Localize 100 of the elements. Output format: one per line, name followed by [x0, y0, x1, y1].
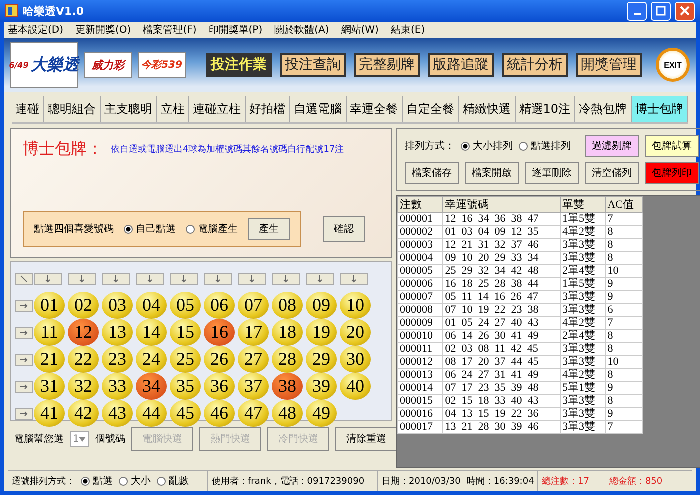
number-ball[interactable]: 18	[272, 319, 303, 346]
action-button[interactable]: 檔案開啟	[465, 162, 519, 184]
menu-item[interactable]: 檔案管理(F)	[143, 23, 197, 37]
radio-option[interactable]: 大小排列	[461, 139, 513, 153]
number-ball[interactable]: 19	[306, 319, 337, 346]
quick-pick-button[interactable]: 清除重選	[335, 427, 398, 451]
exit-button[interactable]: EXIT	[656, 48, 690, 82]
number-ball[interactable]: 02	[68, 292, 99, 319]
number-ball[interactable]: 07	[238, 292, 269, 319]
column-select-button[interactable]	[34, 272, 62, 284]
radio-option[interactable]: 點選排列	[519, 139, 571, 153]
row-select-button[interactable]	[15, 326, 33, 338]
count-select[interactable]: 1	[70, 431, 90, 447]
number-ball[interactable]: 15	[170, 319, 201, 346]
number-ball[interactable]: 38	[272, 373, 303, 400]
radio-dot[interactable]	[157, 476, 166, 486]
column-select-button[interactable]	[68, 272, 96, 284]
column-select-button[interactable]	[272, 272, 300, 284]
number-ball[interactable]: 10	[340, 292, 371, 319]
column-select-button[interactable]	[340, 272, 368, 284]
number-ball[interactable]: 27	[238, 346, 269, 373]
action-button[interactable]: 包牌試算	[645, 135, 699, 157]
action-button[interactable]: 過濾剔牌	[585, 135, 639, 157]
number-ball[interactable]: 01	[34, 292, 65, 319]
row-select-button[interactable]	[15, 380, 33, 392]
number-ball[interactable]: 06	[204, 292, 235, 319]
number-ball[interactable]: 34	[136, 373, 167, 400]
close-button[interactable]	[675, 2, 695, 20]
number-ball[interactable]: 17	[238, 319, 269, 346]
menu-item[interactable]: 結束(E)	[390, 23, 426, 37]
radio-dot[interactable]	[81, 476, 90, 486]
radio-dot[interactable]	[119, 476, 128, 486]
number-ball[interactable]: 47	[238, 400, 269, 427]
number-ball[interactable]: 37	[238, 373, 269, 400]
radio-option[interactable]: 點選	[81, 474, 113, 488]
radio-dot[interactable]	[124, 224, 133, 234]
radio-dot[interactable]	[519, 142, 528, 150]
number-ball[interactable]: 22	[68, 346, 99, 373]
row-select-button[interactable]	[15, 354, 33, 366]
lottery-logo[interactable]: 6/49 大樂透	[10, 42, 78, 88]
action-button[interactable]: 逐筆刪除	[525, 162, 579, 184]
number-ball[interactable]: 49	[306, 400, 337, 427]
number-ball[interactable]: 35	[170, 373, 201, 400]
menu-item[interactable]: 網站(W)	[341, 23, 379, 37]
number-ball[interactable]: 33	[102, 373, 133, 400]
number-ball[interactable]: 11	[34, 319, 65, 346]
number-ball[interactable]: 40	[340, 373, 371, 400]
column-select-button[interactable]	[306, 272, 334, 284]
main-menu-button[interactable]: 完整剔牌	[354, 53, 420, 77]
column-header[interactable]: AC值	[605, 196, 642, 212]
menu-item[interactable]: 更新開獎(O)	[76, 23, 132, 37]
number-ball[interactable]: 36	[204, 373, 235, 400]
number-ball[interactable]: 13	[102, 319, 133, 346]
number-ball[interactable]: 14	[136, 319, 167, 346]
number-ball[interactable]: 08	[272, 292, 303, 319]
action-button[interactable]: 包牌列印	[645, 162, 699, 184]
number-ball[interactable]: 25	[170, 346, 201, 373]
number-ball[interactable]: 21	[34, 346, 65, 373]
lottery-logo[interactable]: 威力彩	[84, 52, 132, 78]
generate-button[interactable]: 產生	[248, 218, 290, 240]
radio-option[interactable]: 自己點選	[124, 222, 176, 236]
main-menu-button[interactable]: 投注作業	[206, 53, 272, 77]
number-ball[interactable]: 12	[68, 319, 99, 346]
column-select-button[interactable]	[204, 272, 232, 284]
number-ball[interactable]: 45	[170, 400, 201, 427]
column-select-button[interactable]	[136, 272, 164, 284]
number-ball[interactable]: 39	[306, 373, 337, 400]
select-all-button[interactable]	[15, 272, 33, 284]
number-ball[interactable]: 41	[34, 400, 65, 427]
action-button[interactable]: 檔案儲存	[405, 162, 459, 184]
lottery-logo[interactable]: 今彩539	[138, 52, 186, 78]
radio-dot[interactable]	[461, 142, 470, 150]
main-menu-button[interactable]: 投注查詢	[280, 53, 346, 77]
minimize-button[interactable]	[627, 2, 647, 20]
main-menu-button[interactable]: 統計分析	[502, 53, 568, 77]
number-ball[interactable]: 30	[340, 346, 371, 373]
radio-option[interactable]: 大小	[119, 474, 151, 488]
number-ball[interactable]: 24	[136, 346, 167, 373]
column-select-button[interactable]	[238, 272, 266, 284]
tab[interactable]: 博士包牌	[632, 96, 688, 122]
number-ball[interactable]: 09	[306, 292, 337, 319]
number-ball[interactable]: 16	[204, 319, 235, 346]
number-ball[interactable]: 32	[68, 373, 99, 400]
number-ball[interactable]: 23	[102, 346, 133, 373]
number-ball[interactable]: 42	[68, 400, 99, 427]
column-header[interactable]: 注數	[398, 196, 443, 212]
radio-option[interactable]: 電腦產生	[186, 222, 238, 236]
number-ball[interactable]: 05	[170, 292, 201, 319]
number-ball[interactable]: 29	[306, 346, 337, 373]
number-ball[interactable]: 44	[136, 400, 167, 427]
column-header[interactable]: 單雙	[560, 196, 606, 212]
number-ball[interactable]: 20	[340, 319, 371, 346]
menu-item[interactable]: 關於軟體(A)	[274, 23, 330, 37]
number-ball[interactable]: 31	[34, 373, 65, 400]
main-menu-button[interactable]: 版路追蹤	[428, 53, 494, 77]
action-button[interactable]: 清空儲列	[585, 162, 639, 184]
number-ball[interactable]: 48	[272, 400, 303, 427]
row-select-button[interactable]	[15, 300, 33, 312]
column-select-button[interactable]	[102, 272, 130, 284]
menu-item[interactable]: 印開獎單(P)	[208, 23, 263, 37]
